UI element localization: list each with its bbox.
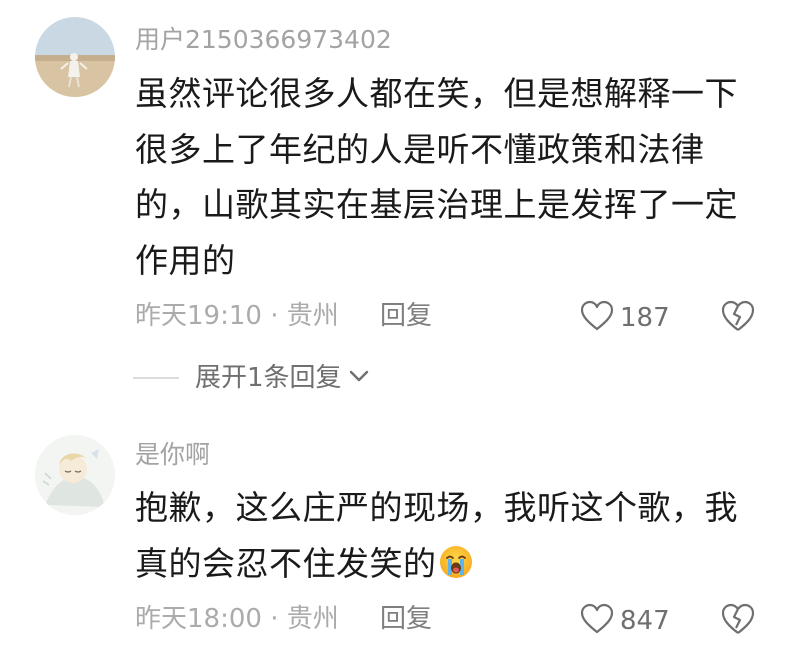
heart-icon	[580, 300, 614, 336]
comment-item: 是你啊 抱歉，这么庄严的现场，我听这个歌，我 真的会忍不住发笑的 昨天18:00…	[0, 420, 800, 667]
expand-replies-label[interactable]: 展开1条回复	[195, 362, 342, 394]
avatar[interactable]	[35, 17, 115, 97]
comment-text: 虽然评论很多人都在笑，但是想解释一下 很多上了年纪的人是听不懂政策和法律 的，山…	[135, 74, 738, 280]
avatar[interactable]	[35, 435, 115, 515]
chevron-down-icon	[348, 368, 370, 388]
broken-heart-icon	[720, 300, 756, 337]
username[interactable]: 用户2150366973402	[135, 25, 392, 55]
dislike-button[interactable]	[720, 299, 756, 337]
comment-text-content: 抱歉，这么庄严的现场，我听这个歌，我 真的会忍不住发笑的	[135, 488, 738, 583]
comment-meta: 昨天19:10 · 贵州	[135, 301, 339, 331]
reply-button[interactable]: 回复	[380, 300, 432, 332]
like-button[interactable]: 847	[580, 603, 670, 639]
username[interactable]: 是你啊	[135, 440, 210, 470]
like-button[interactable]: 187	[580, 300, 670, 336]
comment-item: 用户2150366973402 虽然评论很多人都在笑，但是想解释一下 很多上了年…	[0, 0, 800, 400]
divider	[133, 377, 179, 379]
crying-face-emoji-icon	[439, 540, 473, 578]
reply-button[interactable]: 回复	[380, 603, 432, 635]
dislike-button[interactable]	[720, 602, 756, 640]
like-count: 187	[620, 303, 670, 333]
heart-icon	[580, 603, 614, 639]
comment-text: 抱歉，这么庄严的现场，我听这个歌，我 真的会忍不住发笑的	[135, 480, 755, 591]
like-count: 847	[620, 606, 670, 636]
expand-replies[interactable]: 展开1条回复	[133, 362, 370, 394]
broken-heart-icon	[720, 603, 756, 640]
comment-meta: 昨天18:00 · 贵州	[135, 604, 339, 634]
